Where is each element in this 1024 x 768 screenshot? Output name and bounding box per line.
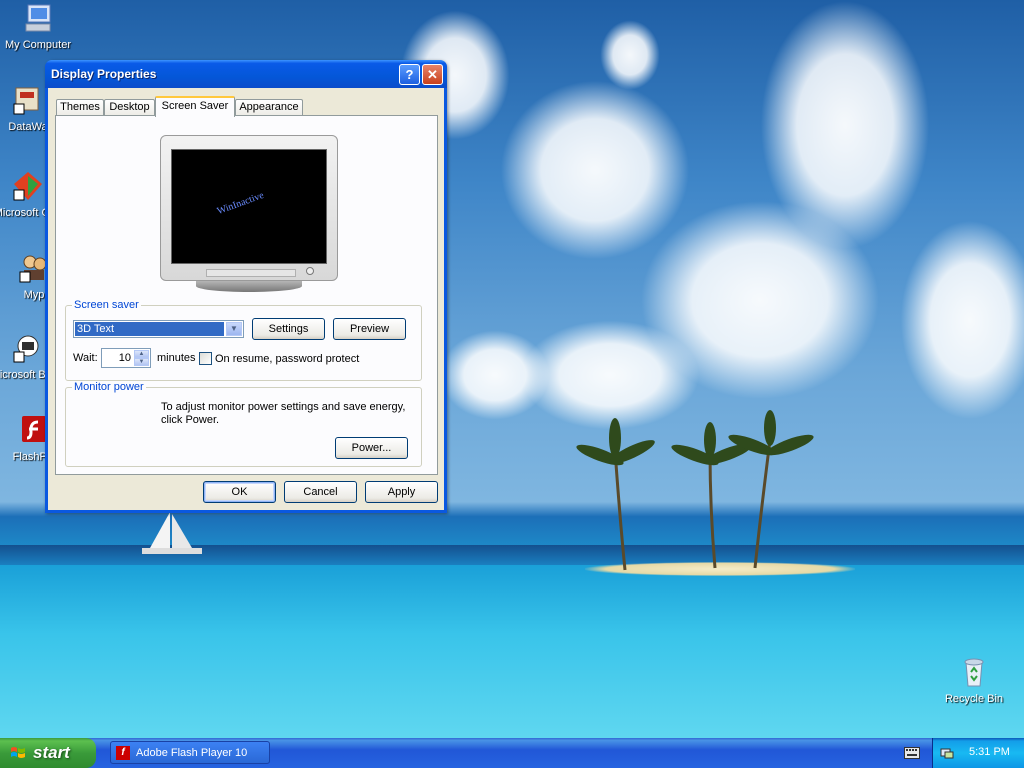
keyboard-icon[interactable] [904, 747, 920, 759]
flash-icon: f [116, 746, 130, 760]
spinner-buttons: ▲ ▼ [134, 350, 149, 366]
cloud [600, 20, 660, 90]
tab-desktop[interactable]: Desktop [104, 99, 155, 116]
cloud [500, 80, 690, 260]
tab-screen-saver[interactable]: Screen Saver [155, 96, 235, 117]
system-tray: 5:31 PM [932, 738, 1024, 768]
desktop-icon-label: Recycle Bin [944, 693, 1004, 705]
password-protect-label[interactable]: On resume, password protect [215, 353, 359, 365]
sea [0, 565, 1024, 738]
wait-value: 10 [118, 352, 131, 364]
close-button[interactable]: ✕ [422, 64, 443, 85]
monitor-slot [206, 269, 296, 277]
desktop-icon-label: My Computer [4, 39, 72, 51]
wait-label: Wait: [73, 352, 98, 364]
taskbar-item-flash-player[interactable]: f Adobe Flash Player 10 [110, 741, 270, 764]
preview-screen: WinInactive [171, 149, 327, 264]
apply-button[interactable]: Apply [365, 481, 438, 503]
preview-3d-text: WinInactive [215, 189, 266, 218]
monitor-stand [196, 280, 302, 292]
monitor-power-legend: Monitor power [74, 381, 144, 393]
power-button[interactable]: Power... [335, 437, 408, 459]
clock[interactable]: 5:31 PM [969, 746, 1010, 758]
settings-button[interactable]: Settings [252, 318, 325, 340]
palm-trees [576, 410, 814, 571]
taskbar: start f Adobe Flash Player 10 5:31 PM [0, 738, 1024, 768]
start-button[interactable]: start [0, 738, 96, 768]
monitor-power-description: To adjust monitor power settings and sav… [161, 401, 406, 426]
title-bar[interactable]: Display Properties ? ✕ [45, 60, 447, 88]
cloud [900, 220, 1024, 420]
screen-saver-preview-monitor: WinInactive [160, 135, 338, 292]
screen-saver-panel: WinInactive Screen saver 3D Text ▼ Setti… [55, 115, 438, 475]
dialog-client-area: Themes Desktop Screen Saver Appearance W… [48, 88, 444, 510]
cancel-button[interactable]: Cancel [284, 481, 357, 503]
recycle-bin-icon [964, 658, 984, 687]
computer-icon [25, 4, 51, 32]
screen-saver-select[interactable]: 3D Text ▼ [73, 320, 244, 338]
screen-saver-legend: Screen saver [74, 299, 139, 311]
help-button[interactable]: ? [399, 64, 420, 85]
wait-minutes-spinner[interactable]: 10 ▲ ▼ [101, 348, 151, 368]
screen-saver-selected-value: 3D Text [75, 322, 224, 336]
spin-down-icon[interactable]: ▼ [134, 358, 149, 366]
monitor-bezel: WinInactive [160, 135, 338, 281]
tab-appearance[interactable]: Appearance [235, 99, 303, 116]
display-properties-window: Display Properties ? ✕ Themes Desktop Sc… [45, 60, 447, 513]
spin-up-icon[interactable]: ▲ [134, 350, 149, 358]
visual-studio-icon [13, 172, 42, 201]
desktop-icon-recycle-bin[interactable]: Recycle Bin [936, 656, 1012, 706]
taskbar-item-label: Adobe Flash Player 10 [136, 747, 248, 759]
ok-button[interactable]: OK [203, 481, 276, 503]
tab-themes[interactable]: Themes [56, 99, 104, 116]
minutes-label: minutes [157, 352, 196, 364]
basic-icon [13, 335, 39, 363]
windows-logo-icon [11, 747, 25, 758]
desktop-icon-my-computer[interactable]: My Computer [0, 2, 76, 52]
window-title: Display Properties [51, 67, 157, 81]
start-label: start [33, 743, 70, 762]
preview-button[interactable]: Preview [333, 318, 406, 340]
sailboat [142, 512, 202, 554]
network-icon[interactable] [939, 745, 955, 761]
chevron-down-icon[interactable]: ▼ [226, 322, 242, 336]
monitor-power-led [306, 267, 314, 275]
password-protect-checkbox[interactable] [199, 352, 212, 365]
screen-saver-group: Screen saver [65, 299, 422, 381]
application-shortcut-icon [13, 87, 39, 115]
